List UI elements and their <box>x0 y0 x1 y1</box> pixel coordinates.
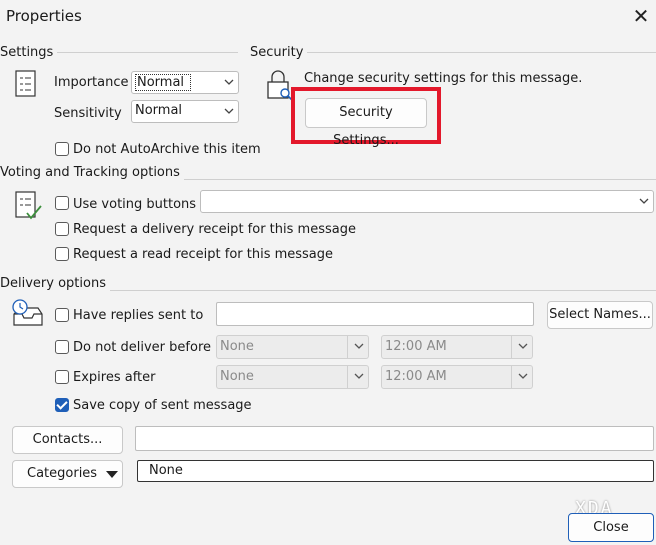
security-group-line <box>250 52 656 53</box>
do-not-deliver-time-select[interactable]: 12:00 AM <box>381 335 533 359</box>
do-not-deliver-checkbox[interactable] <box>55 340 69 354</box>
settings-list-icon <box>15 70 36 97</box>
expires-date-select[interactable]: None <box>216 365 369 389</box>
do-not-deliver-date-select[interactable]: None <box>216 335 369 359</box>
voting-buttons-select[interactable] <box>200 190 654 213</box>
voting-checklist-icon <box>15 191 42 220</box>
categories-label: Categories <box>27 466 98 481</box>
select-divider <box>347 336 348 358</box>
autoarchive-checkbox[interactable] <box>55 142 69 156</box>
delivery-receipt-checkbox[interactable] <box>55 222 69 236</box>
sensitivity-value: Normal <box>135 103 183 118</box>
read-receipt-label: Request a read receipt for this message <box>73 247 334 262</box>
importance-value: Normal <box>135 74 192 91</box>
do-not-deliver-time-value: 12:00 AM <box>385 339 447 354</box>
expires-time-value: 12:00 AM <box>385 369 447 384</box>
select-divider <box>511 366 512 388</box>
autoarchive-label: Do not AutoArchive this item <box>73 142 261 157</box>
use-voting-checkbox[interactable] <box>55 196 69 210</box>
select-divider <box>511 336 512 358</box>
contacts-button[interactable]: Contacts... <box>12 426 123 454</box>
chevron-down-icon <box>224 79 234 85</box>
security-group-label: Security <box>250 45 308 60</box>
have-replies-checkbox[interactable] <box>55 308 69 322</box>
close-icon[interactable]: ✕ <box>630 5 652 27</box>
read-receipt-checkbox[interactable] <box>55 247 69 261</box>
chevron-down-icon <box>639 198 649 204</box>
close-button[interactable]: Close <box>568 513 654 542</box>
delivery-receipt-label: Request a delivery receipt for this mess… <box>73 222 356 237</box>
select-divider <box>347 366 348 388</box>
expires-after-checkbox[interactable] <box>55 370 69 384</box>
chevron-down-icon <box>224 108 234 114</box>
sensitivity-select[interactable]: Normal <box>131 100 239 123</box>
security-description: Change security settings for this messag… <box>304 71 583 86</box>
lock-icon <box>267 70 293 101</box>
select-names-button[interactable]: Select Names... <box>547 301 653 329</box>
do-not-deliver-label: Do not deliver before <box>73 340 211 355</box>
title-bar <box>0 0 656 34</box>
chevron-down-icon <box>518 343 528 349</box>
chevron-down-icon <box>354 343 364 349</box>
categories-input[interactable]: None <box>137 460 654 482</box>
replies-to-input[interactable] <box>216 302 534 326</box>
delivery-tray-clock-icon <box>12 299 43 326</box>
contacts-input[interactable] <box>135 426 654 451</box>
save-copy-label: Save copy of sent message <box>73 398 252 413</box>
expires-time-select[interactable]: 12:00 AM <box>381 365 533 389</box>
importance-label: Importance <box>54 75 129 90</box>
importance-select[interactable]: Normal <box>131 71 239 94</box>
do-not-deliver-date-value: None <box>220 339 254 354</box>
use-voting-label: Use voting buttons <box>73 197 197 212</box>
have-replies-label: Have replies sent to <box>73 308 204 323</box>
chevron-down-icon <box>354 373 364 379</box>
expires-date-value: None <box>220 369 254 384</box>
expires-after-label: Expires after <box>73 370 156 385</box>
settings-group-label: Settings <box>0 45 58 60</box>
sensitivity-label: Sensitivity <box>54 106 122 121</box>
window-title: Properties <box>6 7 82 25</box>
categories-button[interactable]: Categories <box>12 460 123 488</box>
save-copy-checkbox[interactable] <box>55 398 69 412</box>
delivery-group-label: Delivery options <box>0 276 110 291</box>
categories-value: None <box>149 463 183 478</box>
security-settings-button[interactable]: Security Settings... <box>305 98 427 148</box>
chevron-down-icon <box>518 373 528 379</box>
voting-group-label: Voting and Tracking options <box>0 165 184 180</box>
caret-down-icon <box>106 471 118 478</box>
